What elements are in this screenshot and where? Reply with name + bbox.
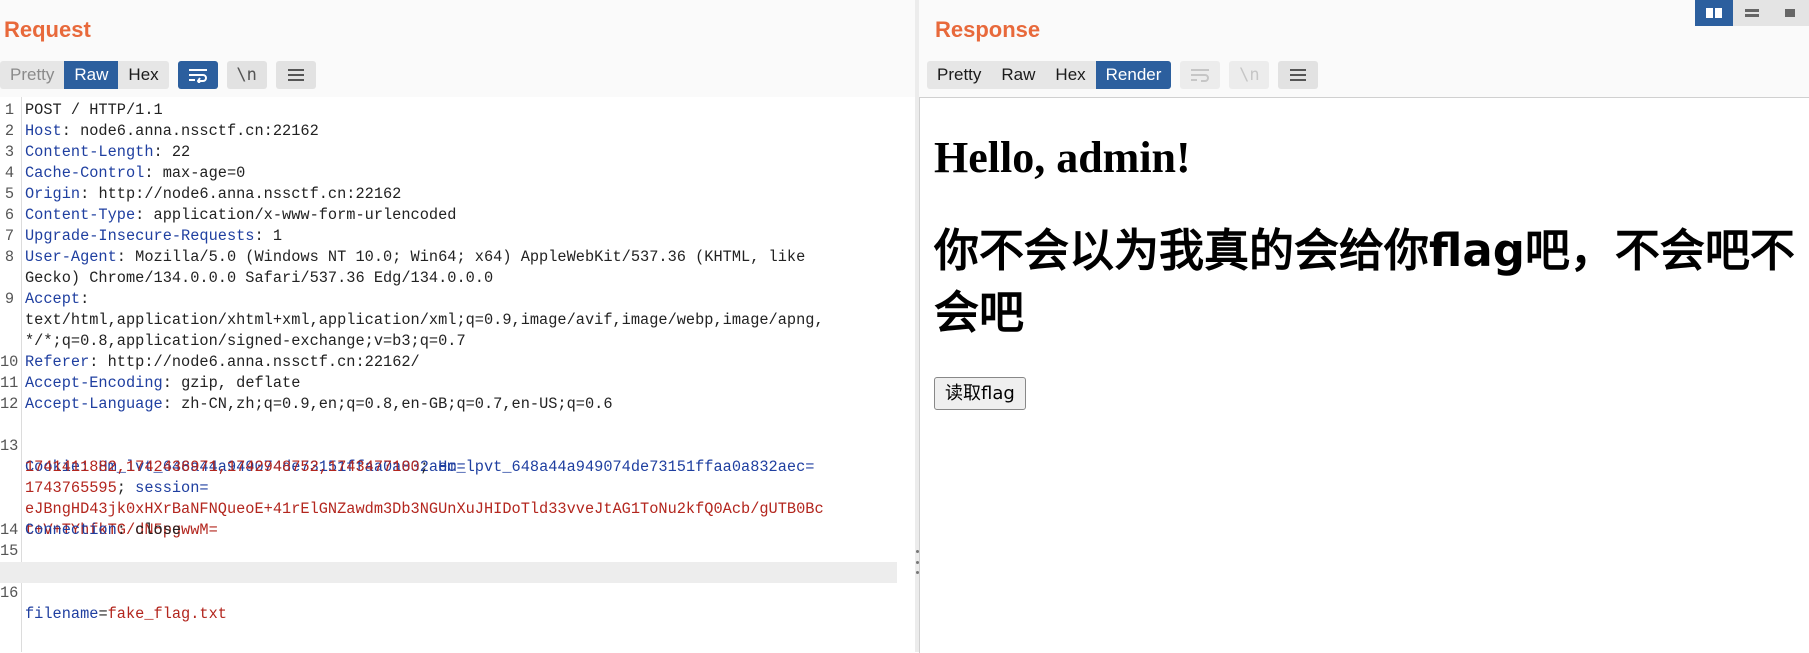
- body-param-name: filename: [25, 605, 99, 623]
- rendered-response: Hello, admin! 你不会以为我真的会给你flag吧，不会吧不会吧 读取…: [919, 97, 1809, 653]
- header-value: 22: [171, 143, 191, 161]
- header-name: Content-Length: [25, 143, 154, 161]
- request-toolbar: Pretty Raw Hex \n: [0, 60, 316, 90]
- request-title: Request: [4, 17, 91, 42]
- code-line: eJBngHD43jk0xHXrBaNFNQueoE+41rElGNZawdm3…: [0, 478, 900, 518]
- header-name: Accept: [25, 290, 81, 308]
- word-wrap-icon: [1180, 61, 1221, 89]
- header-name: Accept-Encoding: [25, 374, 163, 392]
- response-toolbar: Pretty Raw Hex Render \n: [927, 60, 1319, 90]
- code-line: t+V+TYhfkTG/dN5pgwwM=: [0, 499, 900, 539]
- code-line: 10 Referer: http://node6.anna.nssctf.cn:2…: [0, 353, 420, 371]
- header-value: */*;q=0.8,application/signed-exchange;v=…: [25, 332, 466, 350]
- line-number: 5: [4, 185, 14, 203]
- code-line: 13 Cookie: Hm_lvt_648a44a949074de73151ff…: [0, 437, 466, 476]
- header-name: Host: [25, 122, 62, 140]
- response-title: Response: [935, 17, 1041, 42]
- word-wrap-icon[interactable]: [177, 61, 218, 89]
- header-value: 1: [272, 227, 283, 245]
- code-line: text/html,application/xhtml+xml,applicat…: [0, 310, 900, 331]
- header-value: text/html,application/xhtml+xml,applicat…: [25, 311, 824, 329]
- header-value: max-age=0: [162, 164, 246, 182]
- tab-pretty[interactable]: Pretty: [927, 61, 991, 89]
- tab-raw[interactable]: Raw: [991, 61, 1045, 89]
- line-number: 14: [0, 521, 19, 539]
- header-value: close: [135, 521, 182, 539]
- header-value: zh-CN,zh;q=0.9,en;q=0.8,en-GB;q=0.7,en-U…: [181, 395, 613, 413]
- code-line: 4 Cache-Control: max-age=0: [0, 163, 900, 184]
- page-heading: Hello, admin!: [934, 133, 1191, 182]
- header-name: Connection: [25, 521, 117, 539]
- tab-pretty[interactable]: Pretty: [0, 61, 64, 89]
- header-value: gzip, deflate: [181, 374, 301, 392]
- code-line: 2 Host: node6.anna.nssctf.cn:22162: [0, 121, 900, 142]
- menu-icon[interactable]: [1278, 61, 1319, 89]
- code-line: 14 Connection: close: [0, 521, 182, 539]
- header-value: POST / HTTP/1.1: [25, 101, 163, 119]
- code-line: 11 Accept-Encoding: gzip, deflate: [0, 374, 301, 392]
- line-number: 7: [4, 227, 14, 245]
- header-name: Origin: [25, 185, 81, 203]
- page-subheading: 你不会以为我真的会给你flag吧，不会吧不会吧: [934, 224, 1795, 339]
- request-view-tabs: Pretty Raw Hex: [0, 61, 169, 89]
- code-line: 1743765595; session=: [25, 479, 209, 497]
- tab-hex[interactable]: Hex: [1045, 61, 1095, 89]
- header-value: application/x-www-form-urlencoded: [153, 206, 457, 224]
- line-number: 16: [0, 584, 19, 602]
- line-number: 15: [0, 542, 19, 560]
- request-panel: Request Pretty Raw Hex \n 1 POST / HTTP/1…: [0, 0, 915, 652]
- single-panel-icon[interactable]: [1771, 0, 1809, 26]
- line-number: 9: [4, 290, 14, 308]
- line-number: 11: [0, 374, 19, 392]
- request-code: 1 POST / HTTP/1.1 2 Host: node6.anna.nssctf…: [0, 100, 900, 623]
- code-line: 3 Content-Length: 22: [0, 142, 900, 163]
- header-name: User-Agent: [25, 248, 117, 266]
- newline-icon[interactable]: \n: [226, 61, 267, 89]
- code-line: Gecko) Chrome/134.0.0.0 Safari/537.36 Ed…: [0, 268, 900, 289]
- code-line: 6 Content-Type: application/x-www-form-ur…: [0, 205, 900, 226]
- header-value: http://node6.anna.nssctf.cn:22162: [98, 185, 402, 203]
- layout-switch: [1695, 0, 1809, 26]
- code-line: 1 POST / HTTP/1.1: [0, 100, 900, 121]
- header-value: http://node6.anna.nssctf.cn:22162/: [107, 353, 420, 371]
- code-line: 7 Upgrade-Insecure-Requests: 1: [0, 226, 900, 247]
- code-line: 8 User-Agent: Mozilla/5.0 (Windows NT 10.…: [0, 247, 900, 268]
- stacked-icon[interactable]: [1733, 0, 1771, 26]
- read-flag-button[interactable]: 读取flag: [934, 377, 1026, 410]
- code-line: 9 Accept:: [0, 289, 900, 310]
- side-by-side-icon[interactable]: [1695, 0, 1733, 26]
- line-number: 12: [0, 395, 19, 413]
- tab-render[interactable]: Render: [1095, 61, 1172, 89]
- body-param-value: fake_flag.txt: [107, 605, 227, 623]
- request-editor[interactable]: 1 POST / HTTP/1.1 2 Host: node6.anna.nssctf…: [0, 97, 915, 652]
- header-value: Gecko) Chrome/134.0.0.0 Safari/537.36 Ed…: [25, 269, 494, 287]
- line-number: 8: [4, 248, 14, 266]
- code-line: 12 Accept-Language: zh-CN,zh;q=0.9,en;q=0…: [0, 395, 613, 413]
- line-number: 1: [4, 101, 14, 119]
- header-value: Mozilla/5.0 (Windows NT 10.0; Win64; x64…: [135, 248, 806, 266]
- newline-icon: \n: [1229, 61, 1270, 89]
- tab-raw[interactable]: Raw: [64, 61, 119, 89]
- response-panel: Response Pretty Raw Hex Render \n Hello,…: [919, 0, 1809, 653]
- code-line: */*;q=0.8,application/signed-exchange;v=…: [0, 331, 900, 352]
- code-line: 1741411882,1742436971,1742948752,1743477…: [25, 458, 815, 476]
- response-view-tabs: Pretty Raw Hex Render: [927, 61, 1172, 89]
- header-name: Upgrade-Insecure-Requests: [25, 227, 255, 245]
- line-number: 6: [4, 206, 14, 224]
- line-number: 4: [4, 164, 14, 182]
- header-value: node6.anna.nssctf.cn:22162: [80, 122, 319, 140]
- header-name: Content-Type: [25, 206, 136, 224]
- header-name: Referer: [25, 353, 90, 371]
- line-number: 10: [0, 353, 19, 371]
- code-line: 15: [0, 541, 900, 562]
- code-line-body: 16 filename=fake_flag.txt: [0, 562, 897, 623]
- line-number: 2: [4, 122, 14, 140]
- header-name: Accept-Language: [25, 395, 163, 413]
- tab-hex[interactable]: Hex: [118, 61, 168, 89]
- code-line: 5 Origin: http://node6.anna.nssctf.cn:221…: [0, 184, 900, 205]
- menu-icon[interactable]: [275, 61, 316, 89]
- header-name: Cache-Control: [25, 164, 145, 182]
- line-number: 3: [4, 143, 14, 161]
